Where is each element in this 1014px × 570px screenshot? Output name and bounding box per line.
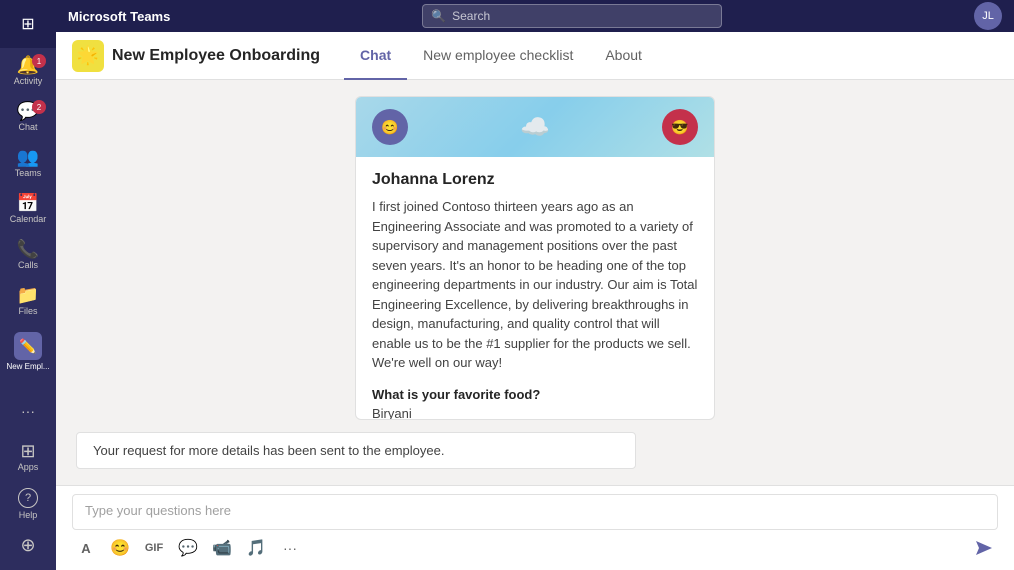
cloud-icon: ☁️	[520, 113, 550, 142]
input-toolbar: A 😊 GIF 💬 📹 🎵 ···	[56, 530, 1014, 570]
titlebar: Microsoft Teams 🔍 Search JL	[56, 0, 1014, 32]
send-button[interactable]	[970, 534, 998, 562]
sidebar-item-newemployee[interactable]: ✏️ New Empl...	[0, 324, 56, 379]
sidebar-item-apps[interactable]: ⊞ Apps	[0, 434, 56, 480]
sidebar-item-more[interactable]: ···	[0, 396, 56, 426]
channel-emoji: 🌟	[77, 45, 99, 66]
sidebar-item-activity[interactable]: 1 🔔 Activity	[0, 48, 56, 94]
sidebar-item-label: New Empl...	[6, 362, 49, 371]
avatar-emoji-right: 😎	[671, 119, 688, 136]
sidebar-item-add[interactable]: ⊕	[0, 528, 56, 562]
message-input[interactable]: Type your questions here	[72, 494, 998, 530]
user-avatar[interactable]: JL	[974, 2, 1002, 30]
newemployee-icon: ✏️	[14, 332, 42, 360]
tab-about[interactable]: About	[589, 32, 658, 80]
app-title: Microsoft Teams	[68, 9, 170, 24]
sidebar-item-label: Apps	[18, 462, 39, 472]
sidebar-item-teams[interactable]: 👥 Teams	[0, 140, 56, 186]
channel-header: 🌟 New Employee Onboarding Chat New emplo…	[56, 32, 1014, 80]
sidebar-item-label: Calendar	[10, 214, 47, 224]
channel-name: New Employee Onboarding	[112, 47, 320, 65]
input-placeholder: Type your questions here	[85, 503, 231, 518]
tab-checklist[interactable]: New employee checklist	[407, 32, 589, 80]
sidebar-item-calendar[interactable]: 📅 Calendar	[0, 186, 56, 232]
gif-icon[interactable]: GIF	[140, 534, 168, 562]
search-icon: 🔍	[431, 9, 446, 23]
sidebar: ⊞ 1 🔔 Activity 2 💬 Chat 👥 Teams 📅 Calend…	[0, 0, 56, 570]
question-1: What is your favorite food?	[372, 387, 698, 402]
card-banner: 😊 ☁️ 😎	[356, 97, 714, 157]
main-area: Microsoft Teams 🔍 Search JL 🌟 New Employ…	[56, 0, 1014, 570]
chat-badge: 2	[32, 100, 46, 114]
calendar-icon: 📅	[17, 194, 39, 212]
sidebar-item-label: Calls	[18, 260, 38, 270]
answer-1: Biryani	[372, 406, 698, 421]
sidebar-top: ⊞	[0, 0, 56, 48]
sidebar-item-label: Teams	[15, 168, 42, 178]
teams-icon: 👥	[17, 148, 39, 166]
search-placeholder: Search	[452, 9, 490, 23]
audio-icon[interactable]: 🎵	[242, 534, 270, 562]
person-name: Johanna Lorenz	[372, 171, 698, 189]
add-icon: ⊕	[20, 536, 35, 554]
tab-chat[interactable]: Chat	[344, 32, 407, 80]
sidebar-item-files[interactable]: 📁 Files	[0, 278, 56, 324]
channel-tabs: Chat New employee checklist About	[344, 32, 658, 80]
sidebar-item-label: Help	[19, 510, 38, 520]
activity-badge: 1	[32, 54, 46, 68]
input-area: Type your questions here A 😊 GIF 💬 📹 🎵 ·…	[56, 485, 1014, 570]
files-icon: 📁	[17, 286, 39, 304]
card-avatar-left: 😊	[372, 109, 408, 145]
sticker-icon[interactable]: 💬	[174, 534, 202, 562]
status-text: Your request for more details has been s…	[93, 443, 444, 458]
app-grid-icon[interactable]: ⊞	[21, 14, 34, 34]
sidebar-item-label: Activity	[14, 76, 43, 86]
apps-icon: ⊞	[20, 442, 35, 460]
sidebar-item-chat[interactable]: 2 💬 Chat	[0, 94, 56, 140]
sidebar-item-help[interactable]: ? Help	[0, 480, 56, 528]
sidebar-item-label: Chat	[18, 122, 37, 132]
meet-icon[interactable]: 📹	[208, 534, 236, 562]
status-message: Your request for more details has been s…	[76, 432, 636, 469]
content-area: 😊 ☁️ 😎 Johanna Lorenz I first joined Con…	[56, 80, 1014, 485]
calls-icon: 📞	[17, 240, 39, 258]
help-icon: ?	[18, 488, 38, 508]
emoji-icon[interactable]: 😊	[106, 534, 134, 562]
more-icon: ···	[21, 404, 35, 418]
search-box[interactable]: 🔍 Search	[422, 4, 722, 28]
format-text-icon[interactable]: A	[72, 534, 100, 562]
profile-card: 😊 ☁️ 😎 Johanna Lorenz I first joined Con…	[355, 96, 715, 420]
card-body: Johanna Lorenz I first joined Contoso th…	[356, 157, 714, 420]
sidebar-item-label: Files	[18, 306, 37, 316]
sidebar-item-calls[interactable]: 📞 Calls	[0, 232, 56, 278]
person-bio: I first joined Contoso thirteen years ag…	[372, 197, 698, 373]
more-options-icon[interactable]: ···	[276, 534, 304, 562]
card-avatar-right: 😎	[662, 109, 698, 145]
avatar-emoji-left: 😊	[381, 119, 398, 136]
channel-icon: 🌟	[72, 40, 104, 72]
